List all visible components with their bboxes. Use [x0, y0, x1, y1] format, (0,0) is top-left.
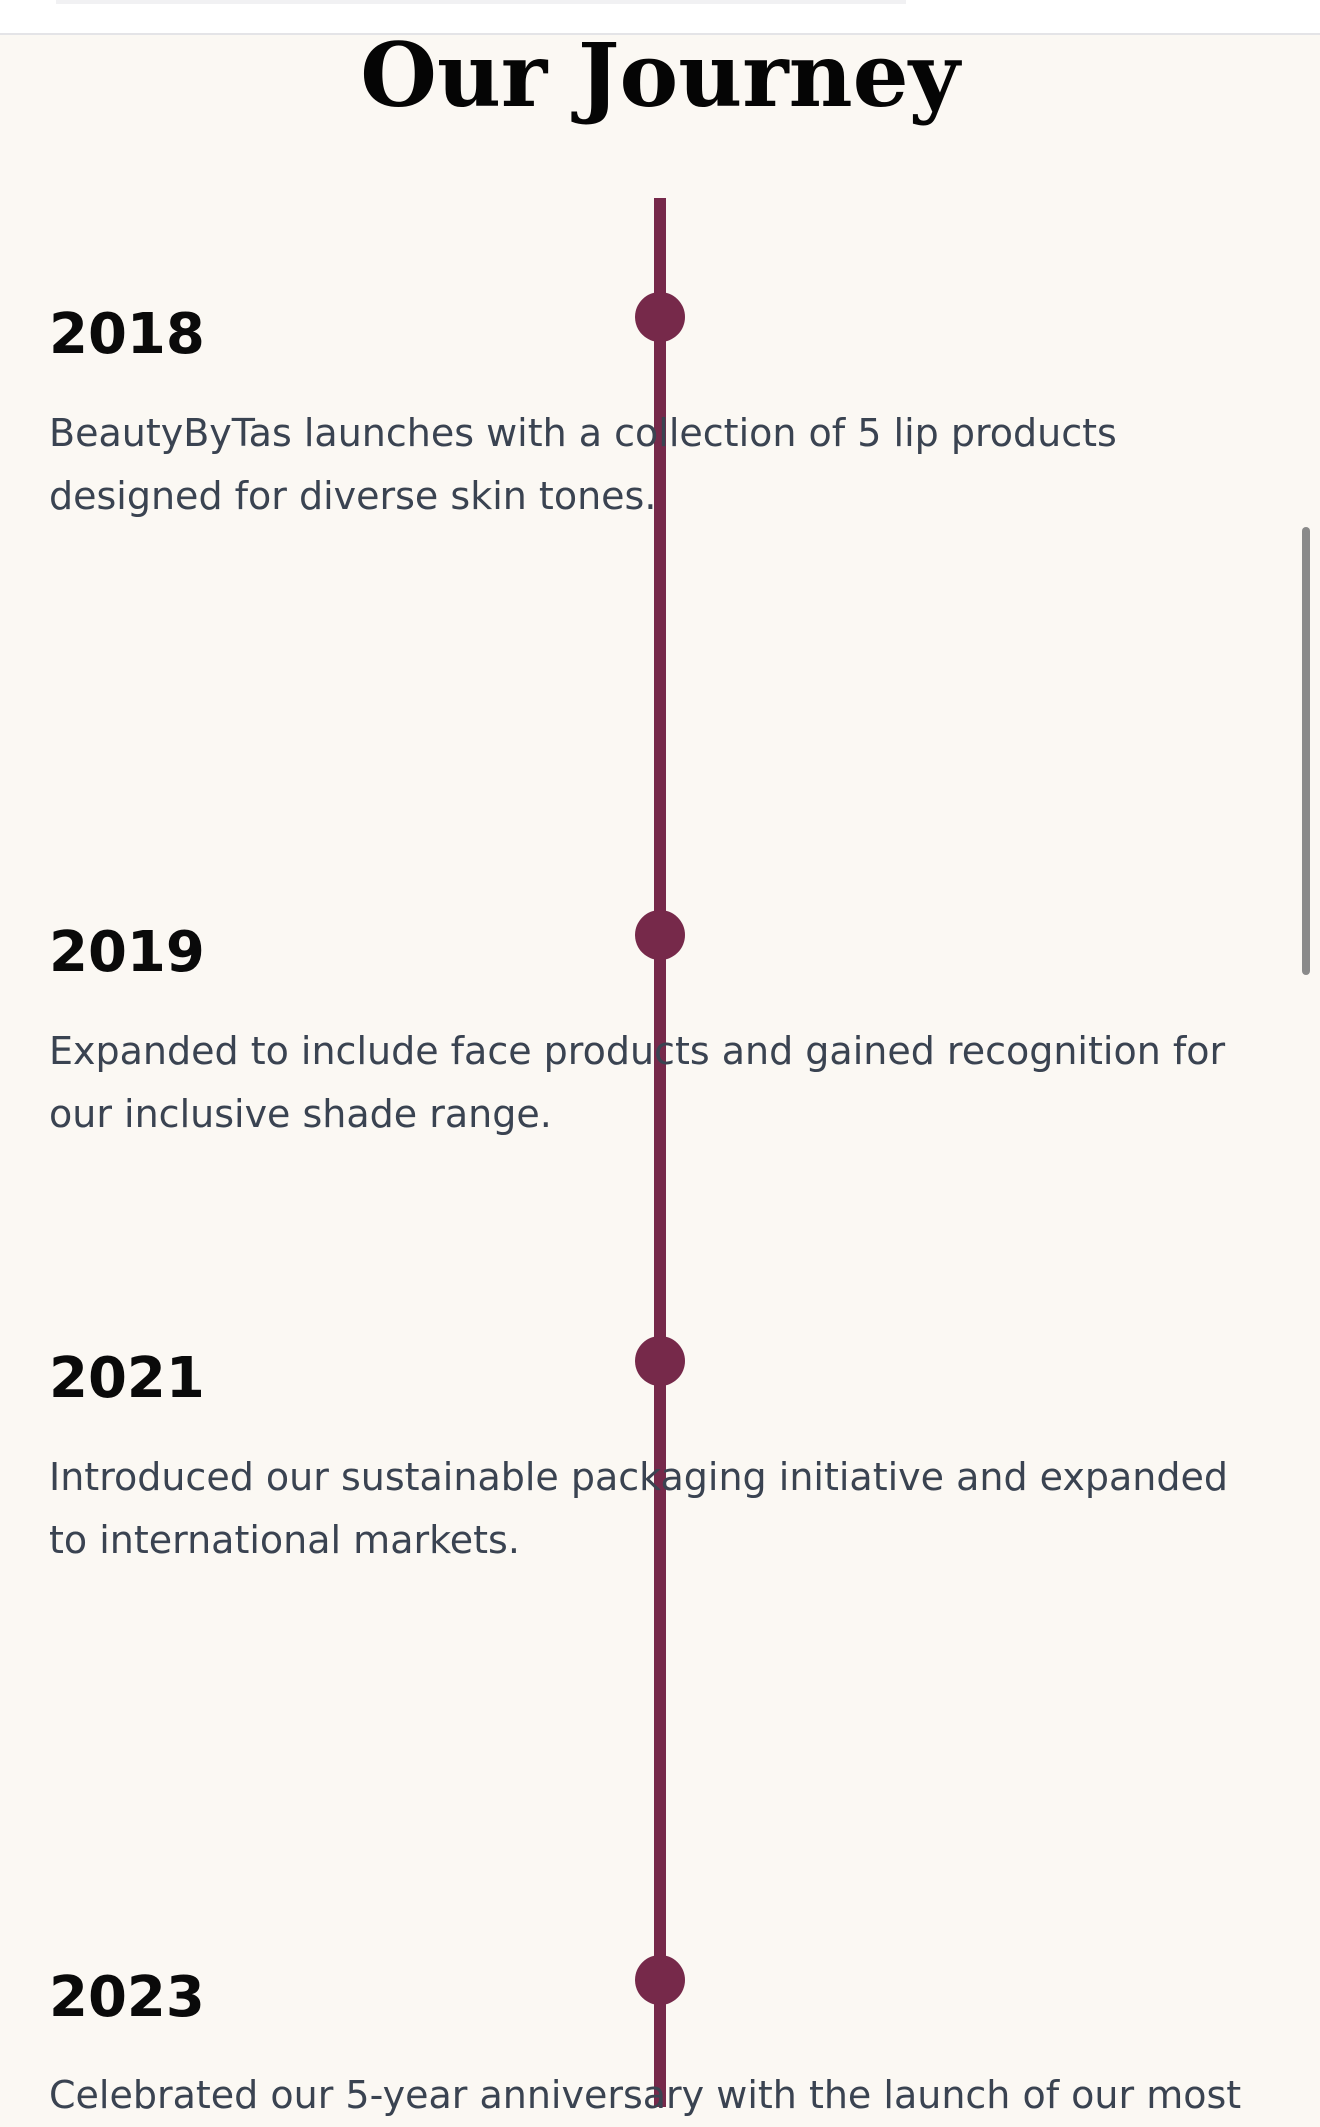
timeline-description: BeautyByTas launches with a collection o… — [49, 411, 1117, 518]
timeline-year: 2019 — [49, 920, 205, 985]
timeline-year: 2023 — [49, 1965, 205, 2030]
timeline-description: Celebrated our 5-year anniversary with t… — [49, 2073, 1242, 2117]
timeline-dot — [635, 910, 685, 960]
timeline: 2018 BeautyByTas launches with a collect… — [0, 0, 1320, 2117]
scrollbar-thumb[interactable] — [1302, 527, 1310, 975]
timeline-year: 2021 — [49, 1346, 205, 1411]
timeline-dot — [635, 1336, 685, 1386]
timeline-description: Expanded to include face products and ga… — [49, 1029, 1226, 1136]
timeline-description: Introduced our sustainable packaging ini… — [49, 1455, 1228, 1562]
timeline-dot — [635, 292, 685, 342]
timeline-dot — [635, 1955, 685, 2005]
timeline-year: 2018 — [49, 302, 205, 367]
